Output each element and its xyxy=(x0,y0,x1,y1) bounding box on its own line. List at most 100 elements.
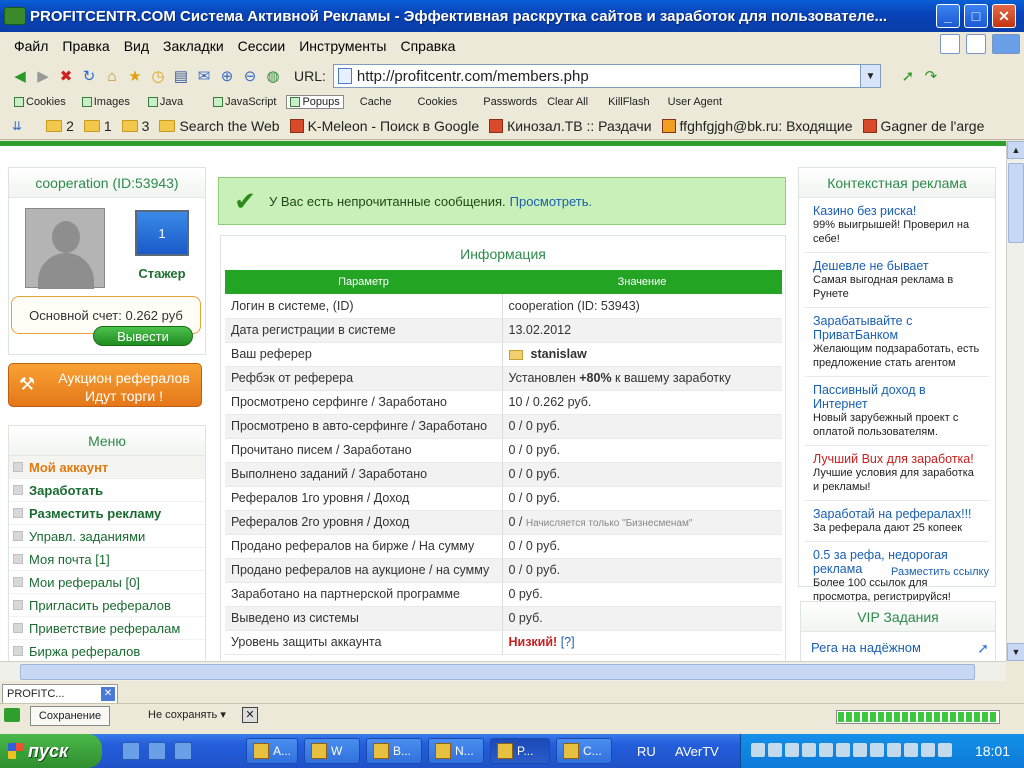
language-indicator[interactable]: RU xyxy=(637,744,656,759)
forward-icon[interactable]: ▶ xyxy=(33,66,53,86)
plugin-clear-all[interactable]: Clear All xyxy=(547,96,588,108)
refresh-green-icon[interactable]: ↷ xyxy=(921,66,941,86)
task-button-1[interactable]: A... xyxy=(246,738,298,764)
menu-item[interactable]: Мой аккаунт xyxy=(9,456,205,479)
save-button[interactable]: Сохранение xyxy=(30,706,110,726)
menu-tools[interactable]: Инструменты xyxy=(299,38,386,54)
zoom-out-icon[interactable]: ⊖ xyxy=(240,66,260,86)
tray-icon[interactable] xyxy=(785,743,799,757)
tray-icon[interactable] xyxy=(836,743,850,757)
scroll-down-icon[interactable]: ▼ xyxy=(1007,643,1024,661)
reload-icon[interactable]: ↻ xyxy=(79,66,99,86)
ad-title-link[interactable]: Пассивный доход в Интернет xyxy=(813,383,981,411)
bookmark-gagner[interactable]: Gagner de l'arge xyxy=(862,118,984,134)
withdraw-button[interactable]: Вывести xyxy=(93,326,193,346)
plugin-passwords[interactable]: Passwords xyxy=(483,96,537,108)
bookmark-star-icon[interactable]: ★ xyxy=(125,66,145,86)
menu-help[interactable]: Справка xyxy=(400,38,455,54)
ad-title-link[interactable]: Лучший Bux для заработка! xyxy=(813,452,981,466)
ad-title-link[interactable]: Казино без риска! xyxy=(813,204,981,218)
plugin-images[interactable]: Images xyxy=(81,96,130,108)
menu-item[interactable]: Приветствие рефералам xyxy=(9,617,205,640)
plugin-cache[interactable]: Cache xyxy=(360,96,392,108)
plugin-user-agent[interactable]: User Agent xyxy=(668,96,722,108)
media-icon[interactable] xyxy=(174,742,192,760)
chevron-down-icon[interactable]: ▼ xyxy=(859,65,880,87)
vertical-scrollbar[interactable]: ▲ ▼ xyxy=(1006,141,1024,661)
help-link[interactable]: [?] xyxy=(561,635,575,649)
menu-item[interactable]: Биржа рефералов xyxy=(9,640,205,661)
stop-icon[interactable]: ✖ xyxy=(56,66,76,86)
plugin-cookies-clear[interactable]: Cookies xyxy=(418,96,458,108)
history-icon[interactable]: ◷ xyxy=(148,66,168,86)
ie-icon[interactable] xyxy=(122,742,140,760)
tray-icon[interactable] xyxy=(921,743,935,757)
window-icon[interactable] xyxy=(992,34,1020,54)
zoom-in-icon[interactable]: ⊕ xyxy=(217,66,237,86)
url-input[interactable]: http://profitcentr.com/members.php ▼ xyxy=(332,64,881,88)
start-button[interactable]: пуск xyxy=(0,734,102,768)
menu-item[interactable]: Моя почта [1] xyxy=(9,548,205,571)
tray-icon[interactable] xyxy=(802,743,816,757)
tray-icon[interactable] xyxy=(887,743,901,757)
bookmark-search-web[interactable]: Search the Web xyxy=(159,118,280,134)
close-download-icon[interactable]: ✕ xyxy=(242,707,258,723)
horizontal-scrollbar[interactable] xyxy=(0,661,1006,681)
globe-icon[interactable]: ◍ xyxy=(263,66,283,86)
tray-icon[interactable] xyxy=(938,743,952,757)
external-arrow-icon[interactable]: ➚ xyxy=(977,640,989,657)
menu-view[interactable]: Вид xyxy=(124,38,149,54)
bookmark-kmeleon-google[interactable]: K-Meleon - Поиск в Google xyxy=(289,118,479,134)
tray-icon[interactable] xyxy=(751,743,765,757)
referrer-link[interactable]: stanislaw xyxy=(531,347,587,361)
task-button-4[interactable]: N... xyxy=(428,738,484,764)
tray-icon[interactable] xyxy=(853,743,867,757)
menu-edit[interactable]: Правка xyxy=(62,38,109,54)
bookmarks-menu-icon[interactable]: ⇊ xyxy=(12,119,22,133)
tray-icon[interactable] xyxy=(768,743,782,757)
print-icon[interactable]: ▤ xyxy=(171,66,191,86)
plugin-popups[interactable]: Popups xyxy=(286,95,344,109)
menu-bookmarks[interactable]: Закладки xyxy=(163,38,224,54)
menu-file[interactable]: Файл xyxy=(14,38,48,54)
desktop-icon[interactable] xyxy=(148,742,166,760)
avatar[interactable] xyxy=(25,208,105,289)
tab-close-icon[interactable]: ✕ xyxy=(101,687,115,701)
dont-save-button[interactable]: Не сохранять ▾ xyxy=(128,706,238,726)
menu-item[interactable]: Мои рефералы [0] xyxy=(9,571,205,594)
menu-sessions[interactable]: Сессии xyxy=(238,38,286,54)
minimize-button[interactable]: _ xyxy=(936,4,960,28)
go-icon[interactable]: ➚ xyxy=(898,66,918,86)
place-link-button[interactable]: Разместить ссылку xyxy=(891,566,989,578)
vip-task-link[interactable]: Рега на надёжном xyxy=(801,632,995,661)
menu-item[interactable]: Разместить рекламу xyxy=(9,502,205,525)
ad-title-link[interactable]: Дешевле не бывает xyxy=(813,259,981,273)
task-button-2[interactable]: W xyxy=(304,738,360,764)
ad-title-link[interactable]: Заработай на рефералах!!! xyxy=(813,507,981,521)
close-button[interactable]: ✕ xyxy=(992,4,1016,28)
scroll-up-icon[interactable]: ▲ xyxy=(1007,141,1024,159)
tray-icon[interactable] xyxy=(819,743,833,757)
back-icon[interactable]: ◀ xyxy=(10,66,30,86)
task-button-5[interactable]: P... xyxy=(490,738,550,764)
menu-item[interactable]: Пригласить рефералов xyxy=(9,594,205,617)
page-icon[interactable] xyxy=(940,34,960,54)
tray-icon[interactable] xyxy=(870,743,884,757)
tray-icon[interactable] xyxy=(904,743,918,757)
scroll-thumb[interactable] xyxy=(1008,163,1024,243)
avertv-label[interactable]: AVerTV xyxy=(675,744,719,759)
maximize-button[interactable]: □ xyxy=(964,4,988,28)
task-button-3[interactable]: B... xyxy=(366,738,422,764)
task-button-6[interactable]: C... xyxy=(556,738,612,764)
menu-item[interactable]: Управл. заданиями xyxy=(9,525,205,548)
ad-title-link[interactable]: Зарабатывайте с ПриватБанком xyxy=(813,314,981,342)
referral-auction-banner[interactable]: ⚒ Аукцион рефералов Идут торги ! xyxy=(8,363,202,407)
plugin-javascript[interactable]: JavaScript xyxy=(213,96,276,108)
close-page-icon[interactable] xyxy=(966,34,986,54)
bookmark-kinozal[interactable]: Кинозал.ТВ :: Раздачи xyxy=(489,118,652,134)
bookmark-folder-2[interactable]: 2 xyxy=(46,118,74,134)
bookmark-folder-1[interactable]: 1 xyxy=(83,118,112,134)
home-icon[interactable]: ⌂ xyxy=(102,66,122,86)
horizontal-scroll-thumb[interactable] xyxy=(20,664,975,680)
menu-item[interactable]: Заработать xyxy=(9,479,205,502)
